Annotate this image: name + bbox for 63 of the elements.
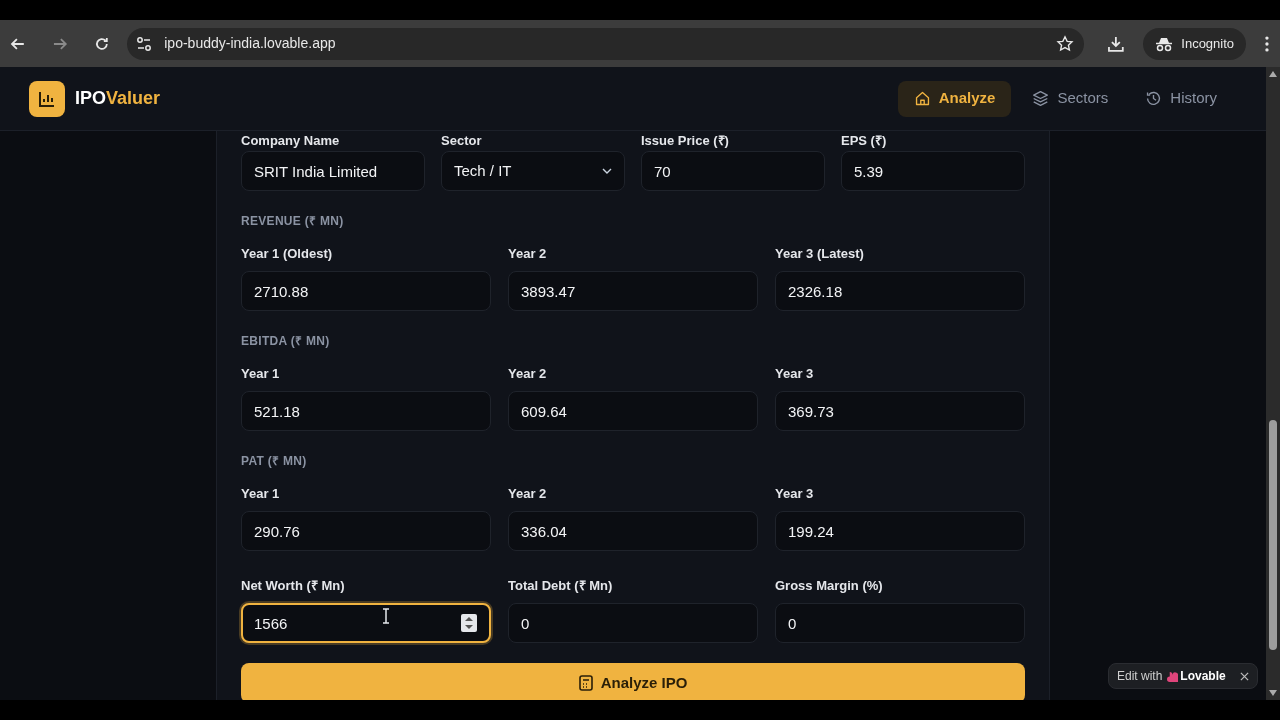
url-text: ipo-buddy-india.lovable.app [164, 34, 336, 53]
lovable-badge[interactable]: Edit with Lovable [1108, 663, 1258, 689]
address-bar[interactable]: ipo-buddy-india.lovable.app [127, 27, 1084, 60]
field-label: Total Debt (₹ Mn) [508, 578, 614, 594]
scroll-down-icon[interactable] [1269, 690, 1277, 696]
field-label: Year 2 [508, 246, 548, 262]
scrollbar[interactable] [1266, 67, 1280, 700]
input-field[interactable]: 2710.88 [241, 271, 491, 311]
section-heading: PAT (₹ MN) [241, 453, 308, 469]
field-label: Sector [441, 133, 483, 149]
scrollbar-thumb[interactable] [1269, 420, 1277, 650]
field-label: Year 2 [508, 486, 548, 502]
layers-icon [1032, 90, 1050, 107]
input-field[interactable]: 70 [641, 151, 825, 191]
input-field[interactable]: 336.04 [508, 511, 758, 551]
field-label: Gross Margin (%) [775, 578, 884, 594]
input-field[interactable]: 2326.18 [775, 271, 1025, 311]
bar-chart-icon [38, 89, 56, 108]
bookmark-star-icon[interactable] [1055, 34, 1074, 53]
input-field[interactable]: 3893.47 [508, 271, 758, 311]
field-label: Year 3 (Latest) [775, 246, 865, 262]
section-heading: REVENUE (₹ MN) [241, 213, 345, 229]
home-icon [913, 90, 931, 107]
chevron-down-icon [602, 168, 612, 174]
field-label: Year 1 [241, 486, 281, 502]
text-cursor-icon [381, 608, 391, 624]
input-field[interactable]: 0 [775, 603, 1025, 643]
history-icon [1145, 90, 1163, 107]
menu-icon[interactable] [1264, 34, 1270, 53]
nav-tab[interactable]: History [1129, 80, 1233, 117]
input-field[interactable]: 369.73 [775, 391, 1025, 431]
field-label: Net Worth (₹ Mn) [241, 578, 346, 594]
section-heading: EBITDA (₹ MN) [241, 333, 331, 349]
heart-logo-icon [1167, 670, 1179, 682]
input-field[interactable]: 609.64 [508, 391, 758, 431]
field-label: Year 3 [775, 366, 815, 382]
input-field[interactable]: SRIT India Limited [241, 151, 425, 191]
edit-with-text: Edit with [1117, 668, 1163, 685]
close-icon[interactable] [1239, 671, 1249, 681]
nav-tab[interactable]: Sectors [1016, 80, 1125, 117]
input-field[interactable]: 0 [508, 603, 758, 643]
field-label: Year 1 (Oldest) [241, 246, 334, 262]
input-field[interactable]: 199.24 [775, 511, 1025, 551]
calculator-icon [578, 675, 593, 691]
sector-select[interactable]: Tech / IT [441, 151, 625, 191]
field-label: Issue Price (₹) [641, 133, 730, 149]
analyze-button[interactable]: Analyze IPO [241, 663, 1025, 700]
input-field[interactable]: 1566 [241, 603, 491, 643]
scroll-up-icon[interactable] [1269, 71, 1277, 77]
input-field[interactable]: 521.18 [241, 391, 491, 431]
field-label: Year 2 [508, 366, 548, 382]
spinner-icon[interactable] [461, 614, 477, 632]
lovable-text: Lovable [1180, 668, 1226, 685]
input-field[interactable]: 5.39 [841, 151, 1025, 191]
field-label: EPS (₹) [841, 133, 888, 149]
incognito-icon [1155, 35, 1174, 52]
input-field[interactable]: 290.76 [241, 511, 491, 551]
field-label: Year 1 [241, 366, 281, 382]
field-label: Year 3 [775, 486, 815, 502]
nav-tab[interactable]: Analyze [897, 80, 1012, 117]
incognito-button[interactable]: Incognito [1143, 27, 1247, 60]
app-name: IPOValuer [75, 87, 161, 110]
field-label: Company Name [241, 133, 341, 149]
